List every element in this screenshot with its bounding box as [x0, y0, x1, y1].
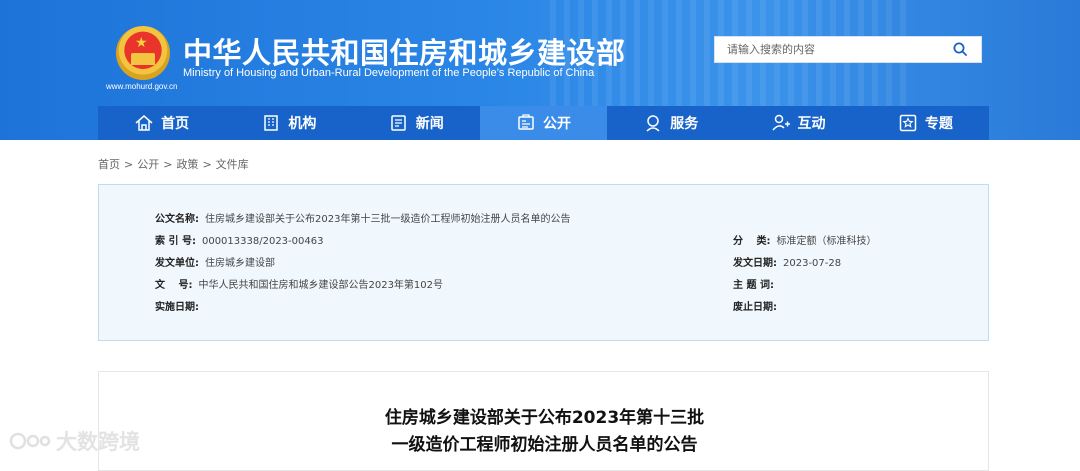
article-content: 住房城乡建设部关于公布2023年第十三批 一级造价工程师初始注册人员名单的公告 [98, 371, 989, 471]
search-input[interactable] [715, 37, 945, 62]
info-index-no: 索 引 号: 000013338/2023-00463 [155, 232, 323, 247]
search-icon[interactable] [953, 42, 967, 56]
nav-item-label: 专题 [924, 116, 953, 132]
info-category: 分 类: 标准定额（标准科技） [733, 232, 876, 247]
breadcrumb-disclosure[interactable]: 公开 [137, 158, 159, 171]
breadcrumb-home[interactable]: 首页 [98, 158, 120, 171]
watermark-logo-icon [9, 432, 51, 450]
info-label: 发文单位: [155, 258, 199, 269]
breadcrumb: 首页 > 公开 > 政策 > 文件库 [98, 156, 249, 172]
home-icon [135, 115, 153, 131]
news-icon [390, 115, 406, 131]
info-value: 2023-07-28 [783, 258, 842, 269]
nav-item-service[interactable]: 服务 [607, 106, 734, 140]
nav-item-interaction[interactable]: 互动 [734, 106, 861, 140]
nav-item-label: 机构 [288, 116, 317, 132]
nav-item-home[interactable]: 首页 [98, 106, 225, 140]
info-label: 文 号: [155, 280, 193, 291]
breadcrumb-separator: > [202, 158, 212, 171]
main-nav: 首页 机构 新闻 公开 服务 互动 专题 [98, 106, 989, 140]
watermark-text: 大数跨境 [56, 430, 140, 454]
breadcrumb-separator: > [124, 158, 134, 171]
interaction-icon [771, 114, 790, 131]
info-label: 主 题 词: [733, 280, 774, 291]
article-title-line1: 住房城乡建设部关于公布2023年第十三批 [384, 408, 705, 428]
info-issue-date: 发文日期: 2023-07-28 [733, 254, 841, 269]
site-url: www.mohurd.gov.cn [106, 82, 178, 91]
star-icon [899, 114, 917, 132]
article-title-line2: 一级造价工程师初始注册人员名单的公告 [391, 435, 698, 455]
breadcrumb-separator: > [163, 158, 173, 171]
info-value: 标准定额（标准科技） [776, 236, 877, 247]
emblem-star-icon: ★ [135, 35, 148, 51]
nav-item-label: 首页 [161, 116, 190, 132]
info-subject: 主 题 词: [733, 276, 780, 291]
info-value: 住房城乡建设部关于公布2023年第十三批一级造价工程师初始注册人员名单的公告 [205, 214, 571, 225]
info-label: 发文日期: [733, 258, 777, 269]
nav-item-label: 公开 [542, 116, 571, 132]
info-doc-no: 文 号: 中华人民共和国住房和城乡建设部公告2023年第102号 [155, 276, 443, 291]
info-doc-name: 公文名称: 住房城乡建设部关于公布2023年第十三批一级造价工程师初始注册人员名单… [155, 210, 570, 225]
nav-item-organization[interactable]: 机构 [225, 106, 352, 140]
info-value: 住房城乡建设部 [205, 258, 275, 269]
disclosure-icon [518, 114, 534, 130]
breadcrumb-library[interactable]: 文件库 [216, 158, 249, 171]
nav-item-disclosure[interactable]: 公开 [479, 106, 608, 140]
watermark: 大数跨境 [8, 426, 140, 456]
nav-item-label: 服务 [670, 116, 699, 132]
nav-item-label: 新闻 [415, 116, 444, 132]
emblem-gate-icon [131, 53, 155, 65]
service-icon [646, 115, 660, 132]
search-box [714, 36, 982, 63]
nav-item-label: 互动 [797, 116, 826, 132]
info-label: 公文名称: [155, 214, 199, 225]
info-value: 000013338/2023-00463 [201, 236, 324, 247]
site-title-en: Ministry of Housing and Urban-Rural Deve… [183, 67, 595, 79]
info-issuer: 发文单位: 住房城乡建设部 [155, 254, 275, 269]
info-value: 中华人民共和国住房和城乡建设部公告2023年第102号 [198, 280, 444, 291]
national-emblem-icon[interactable]: ★ [116, 26, 170, 80]
nav-item-news[interactable]: 新闻 [353, 106, 480, 140]
nav-item-topics[interactable]: 专题 [862, 106, 989, 140]
info-label: 索 引 号: [155, 236, 196, 247]
info-effective-date: 实施日期: [155, 298, 205, 313]
info-label: 分 类: [733, 236, 771, 247]
info-label: 废止日期: [733, 302, 777, 313]
site-title[interactable]: 中华人民共和国住房和城乡建设部 [183, 30, 626, 72]
info-label: 实施日期: [155, 302, 199, 313]
info-repeal-date: 废止日期: [733, 298, 783, 313]
document-info-panel: 公文名称: 住房城乡建设部关于公布2023年第十三批一级造价工程师初始注册人员名单… [98, 184, 989, 341]
building-icon [264, 115, 279, 131]
breadcrumb-policy[interactable]: 政策 [176, 158, 198, 171]
